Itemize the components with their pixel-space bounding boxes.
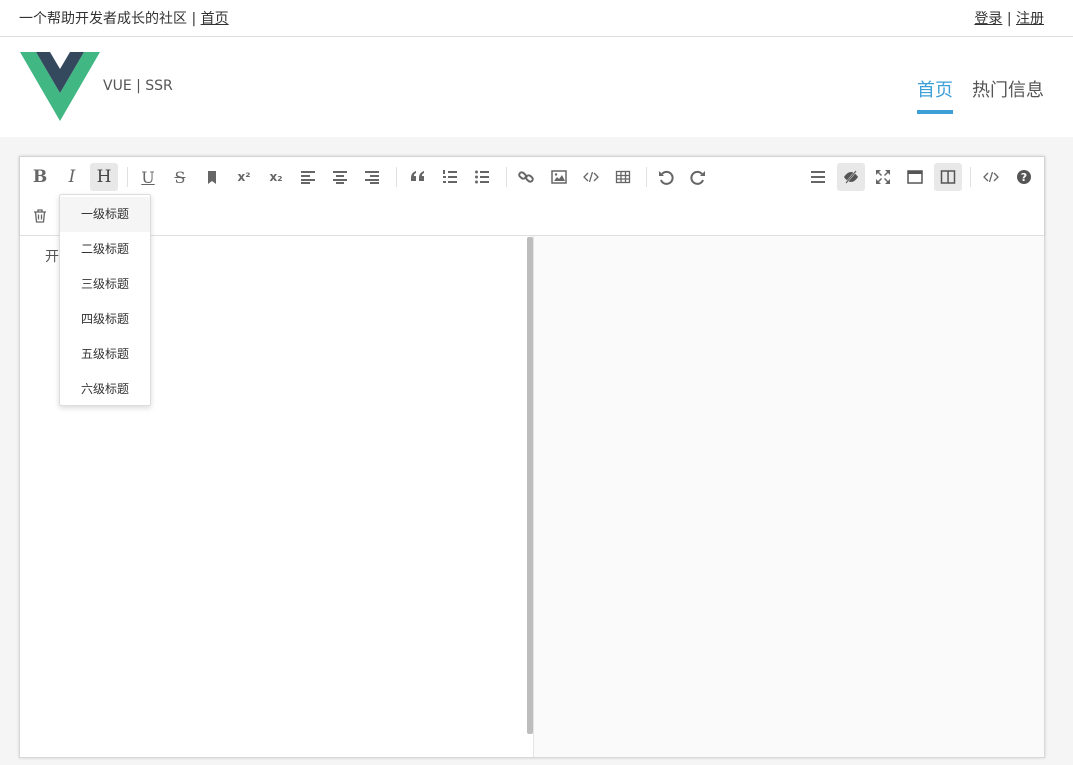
link-icon[interactable] [512,163,540,191]
login-link[interactable]: 登录 [974,11,1002,27]
home-link[interactable]: 首页 [201,11,229,27]
preview-pane [534,236,1044,757]
editor-toolbar: B I H U S x² x₂ ? [20,157,1044,236]
heading-option-h4[interactable]: 四级标题 [60,302,150,337]
italic-icon[interactable]: I [58,163,86,191]
toolbar-separator [970,167,971,187]
bold-icon[interactable]: B [26,163,54,191]
toolbar-separator [506,167,507,187]
editor-content[interactable]: 开 [45,246,59,266]
main-nav: 首页 热门信息 [917,76,1044,114]
align-center-icon[interactable] [326,163,354,191]
subfield-icon[interactable] [934,163,962,191]
table-icon[interactable] [609,163,637,191]
nav-item-home[interactable]: 首页 [917,76,953,114]
heading-option-h5[interactable]: 五级标题 [60,337,150,372]
align-right-icon[interactable] [358,163,386,191]
html-code-icon[interactable] [977,163,1005,191]
top-bar: 一个帮助开发者成长的社区 | 首页 登录 | 注册 [0,0,1073,37]
align-left-icon[interactable] [294,163,322,191]
top-bar-right: 登录 | 注册 [974,8,1044,28]
underline-icon[interactable]: U [134,163,162,191]
markdown-editor: B I H U S x² x₂ ? 开 [19,156,1045,758]
svg-text:?: ? [1021,171,1027,184]
heading-option-h6[interactable]: 六级标题 [60,372,150,407]
image-icon[interactable] [545,163,573,191]
heading-icon[interactable]: H [90,163,118,191]
strikethrough-icon[interactable]: S [166,163,194,191]
heading-option-h1[interactable]: 一级标题 [60,197,150,232]
top-bar-left: 一个帮助开发者成长的社区 | 首页 [19,8,229,28]
subscript-icon[interactable]: x₂ [262,163,290,191]
separator: | [191,11,197,27]
code-icon[interactable] [577,163,605,191]
read-mode-icon[interactable] [901,163,929,191]
trash-icon[interactable] [26,202,54,230]
toolbar-separator [646,167,647,187]
mark-icon[interactable] [198,163,226,191]
heading-option-h3[interactable]: 三级标题 [60,267,150,302]
help-icon[interactable]: ? [1010,163,1038,191]
brand-text: VUE | SSR [103,78,173,94]
unordered-list-icon[interactable] [468,163,496,191]
tagline: 一个帮助开发者成长的社区 [19,11,187,27]
quote-icon[interactable] [404,163,432,191]
toolbar-separator [396,167,397,187]
ordered-list-icon[interactable] [436,163,464,191]
heading-dropdown: 一级标题 二级标题 三级标题 四级标题 五级标题 六级标题 [59,194,151,406]
undo-icon[interactable] [652,163,680,191]
fullscreen-icon[interactable] [869,163,897,191]
nav-item-hot[interactable]: 热门信息 [972,76,1044,114]
vue-logo-icon[interactable] [20,52,100,122]
preview-toggle-icon[interactable] [837,163,865,191]
site-header: VUE | SSR 首页 热门信息 [0,37,1073,137]
register-link[interactable]: 注册 [1016,11,1044,27]
heading-option-h2[interactable]: 二级标题 [60,232,150,267]
redo-icon[interactable] [684,163,712,191]
superscript-icon[interactable]: x² [230,163,258,191]
navigation-icon[interactable] [804,163,832,191]
toolbar-separator [127,167,128,187]
separator: | [1006,11,1012,27]
